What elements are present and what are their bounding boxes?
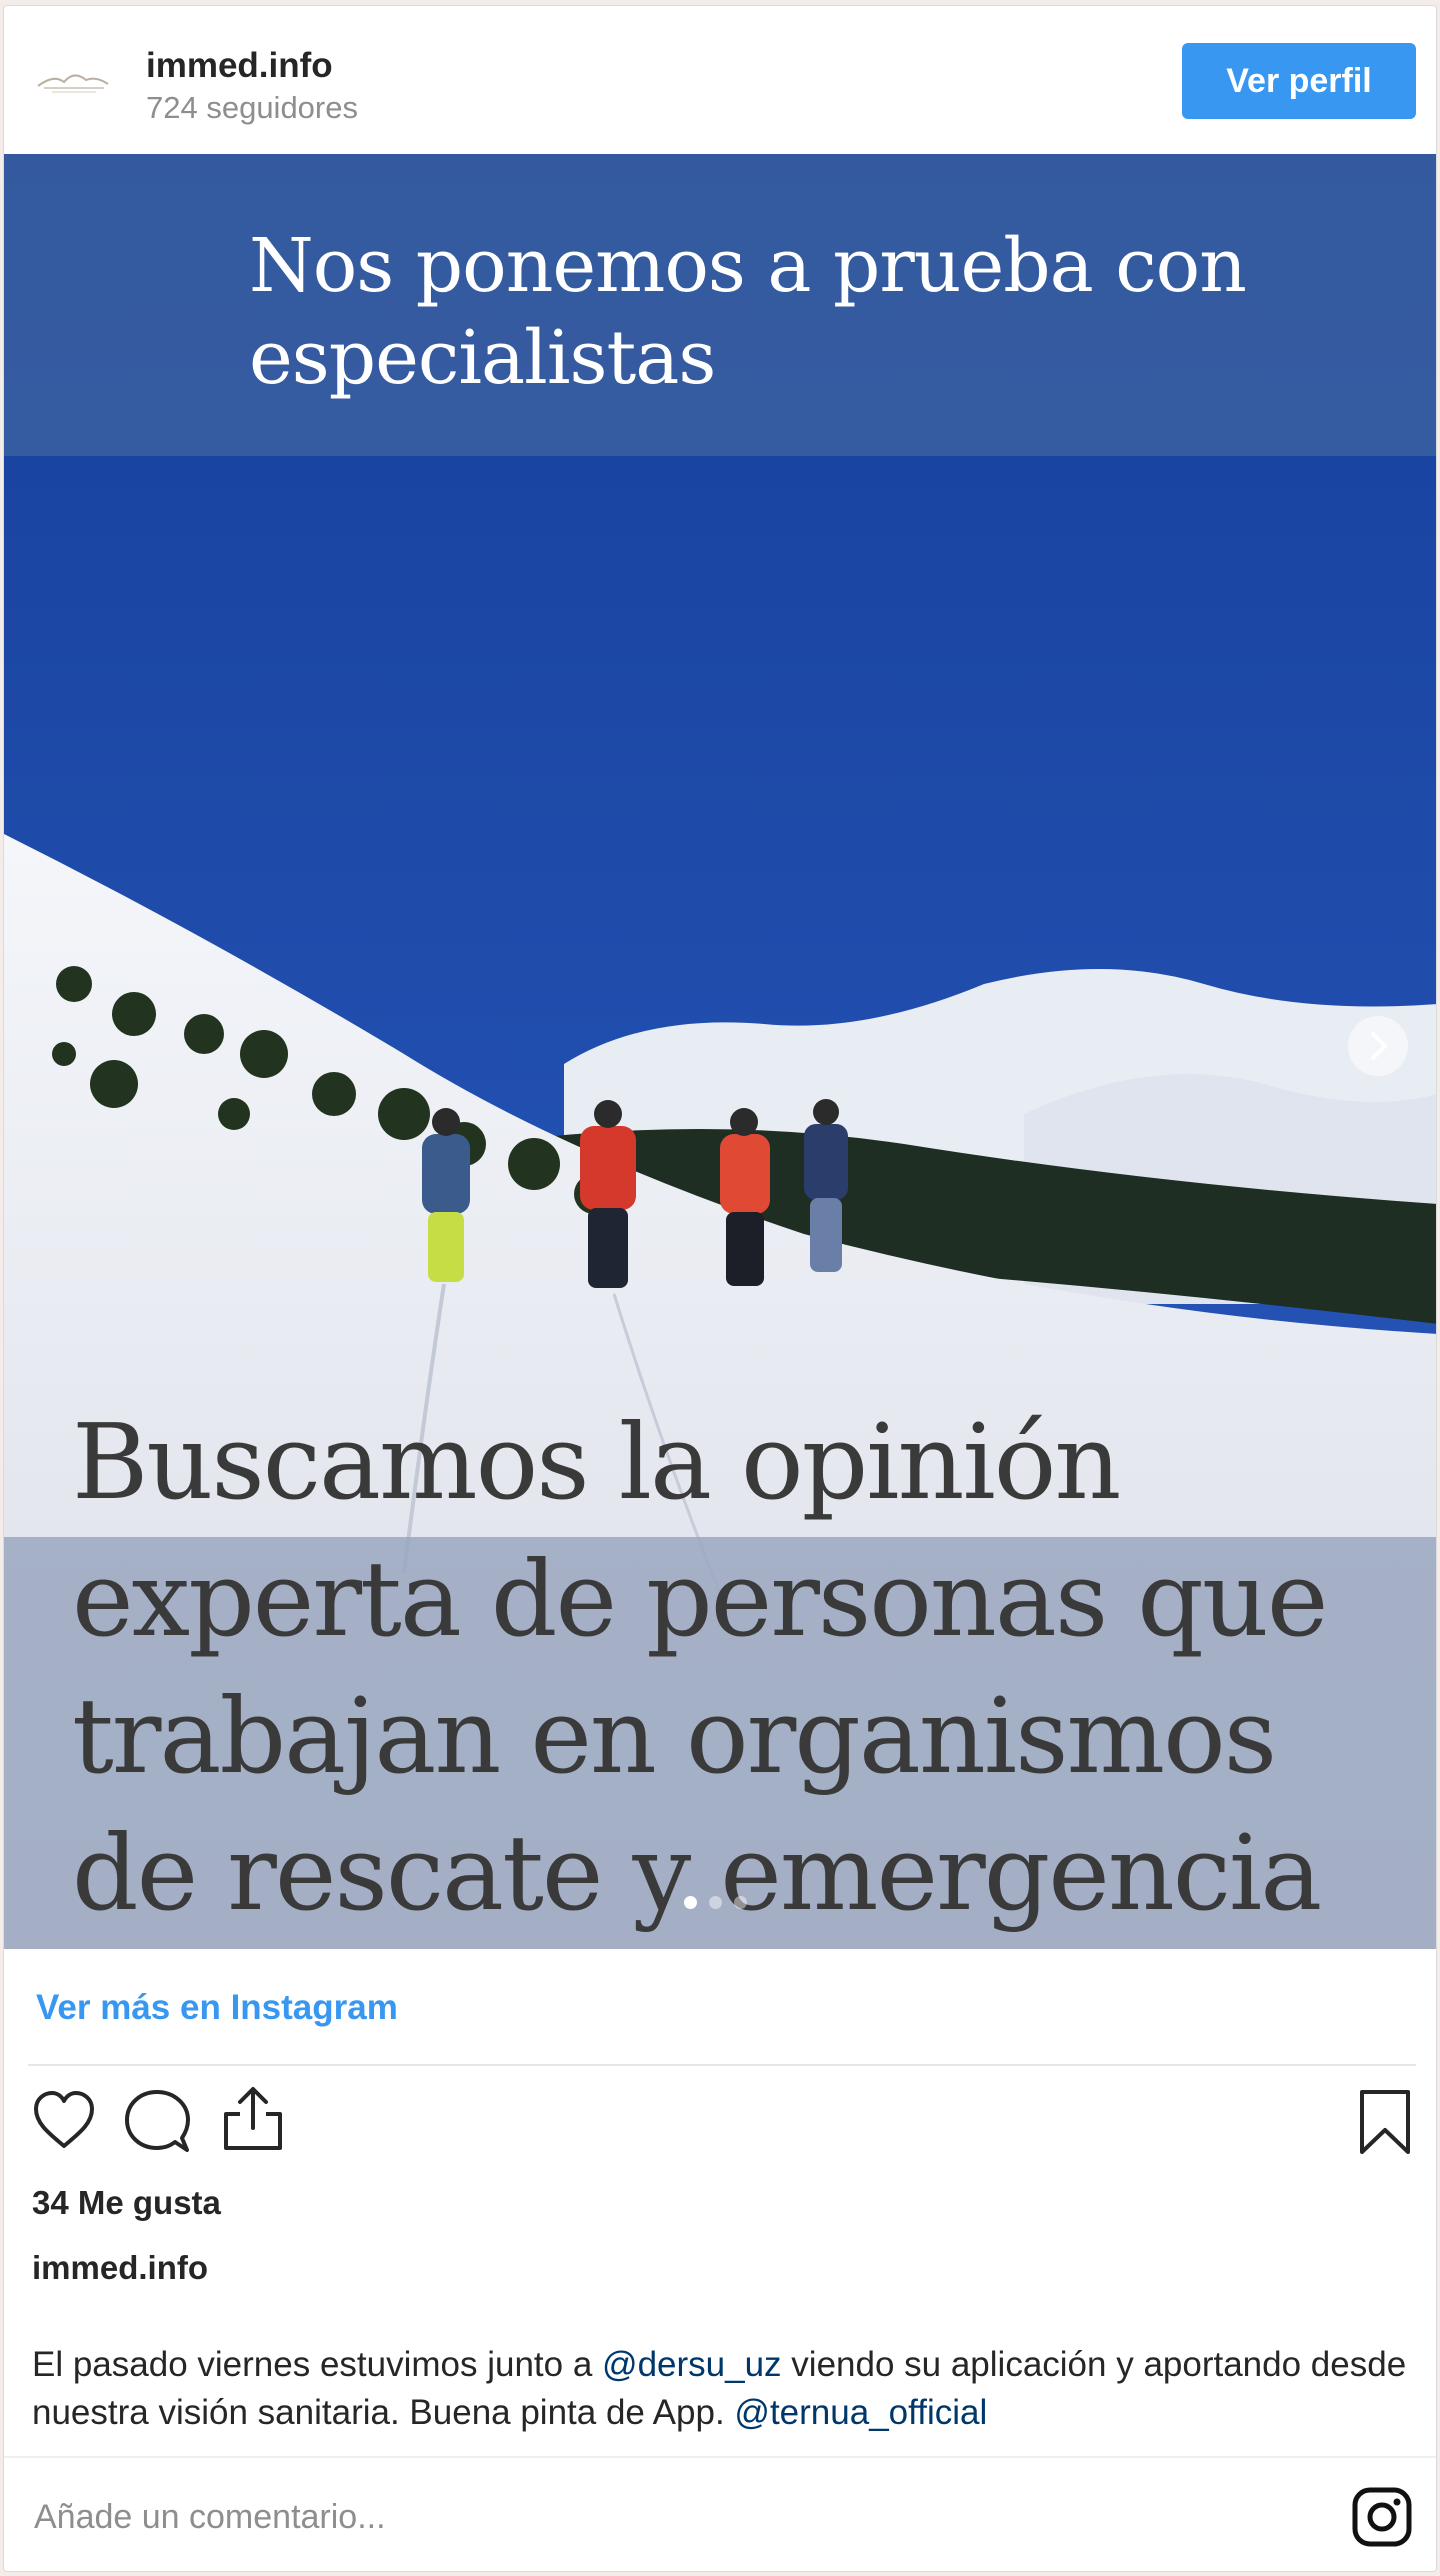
carousel-dots [684, 1896, 759, 1912]
comment-icon[interactable] [124, 2088, 192, 2154]
instagram-logo-icon[interactable] [1351, 2486, 1413, 2548]
view-profile-button[interactable]: Ver perfil [1182, 43, 1416, 119]
header-username[interactable]: immed.info [146, 46, 333, 86]
carousel-dot [709, 1896, 722, 1909]
bookmark-icon[interactable] [1356, 2088, 1414, 2156]
caption-text: El pasado viernes estuvimos junto a [32, 2345, 603, 2384]
instagram-embed-card: immed.info 724 seguidores Ver perfil Nos… [3, 5, 1437, 2572]
media-caption-overlay: Buscamos la opinión experta de personas … [72, 1401, 1328, 1934]
brand-logo[interactable] [34, 56, 114, 106]
divider [28, 2064, 1416, 2066]
post-caption: El pasado viernes estuvimos junto a @der… [32, 2341, 1422, 2437]
mention-link-dersu[interactable]: @dersu_uz [602, 2345, 782, 2384]
chevron-right-icon [1371, 1032, 1387, 1060]
post-header: immed.info 724 seguidores Ver perfil [4, 6, 1436, 154]
post-media[interactable]: Nos ponemos a prueba con especialistas B… [4, 154, 1436, 1949]
next-slide-button[interactable] [1348, 1016, 1408, 1076]
like-count[interactable]: 34 Me gusta [32, 2184, 221, 2222]
follower-count: 724 seguidores [146, 90, 358, 125]
comment-input[interactable] [32, 2491, 1286, 2543]
view-more-instagram-link[interactable]: Ver más en Instagram [36, 1988, 398, 2028]
media-headline: Nos ponemos a prueba con especialistas [249, 223, 1247, 401]
caption-author[interactable]: immed.info [32, 2249, 208, 2287]
share-icon[interactable] [220, 2084, 286, 2154]
carousel-dot-active [684, 1896, 697, 1909]
carousel-dot [734, 1896, 747, 1909]
mention-link-ternua[interactable]: @ternua_official [734, 2393, 987, 2432]
heart-icon[interactable] [30, 2088, 98, 2152]
divider [4, 2456, 1436, 2458]
